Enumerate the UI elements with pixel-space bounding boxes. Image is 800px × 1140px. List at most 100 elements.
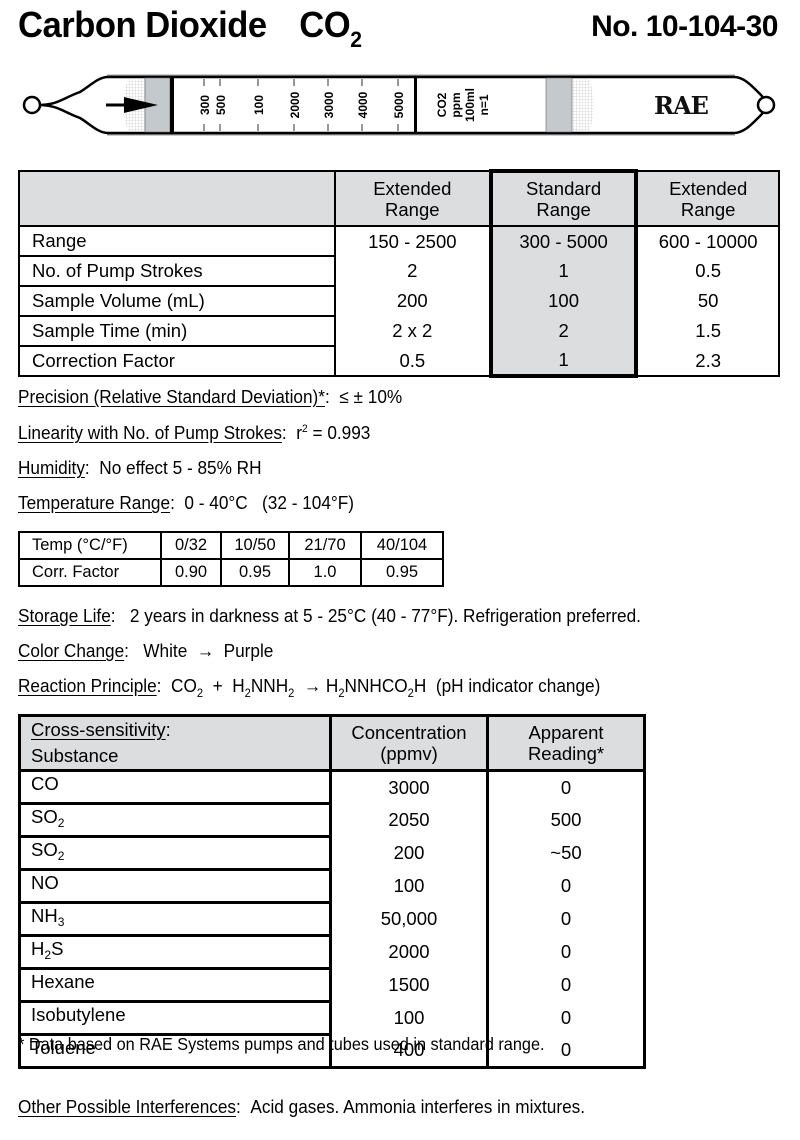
- temp-row: Temp (°C/°F) 0/32 10/50 21/70 40/104: [18, 531, 444, 560]
- range-table-corner: [18, 170, 336, 227]
- footnote: * Data based on RAE Systems pumps and tu…: [18, 1034, 545, 1054]
- linearity-value: r2 = 0.993: [296, 422, 371, 443]
- col-header-standard: Standard Range: [488, 169, 639, 227]
- reaction-label: Reaction Principle: [18, 675, 157, 696]
- other-interferences-value: Acid gases. Ammonia interferes in mixtur…: [250, 1096, 586, 1117]
- cell-standard: 2: [488, 316, 639, 346]
- temp-header: Temp (°C/°F): [18, 531, 162, 560]
- substance-cell: SO2: [18, 835, 332, 871]
- temp-value: 0/32: [160, 531, 222, 560]
- reading-cell: 0: [487, 869, 646, 903]
- other-interferences: Other Possible Interferences: Acid gases…: [18, 1096, 586, 1117]
- scale-label: 500: [214, 95, 228, 115]
- cell-extended-high: 50: [636, 286, 780, 316]
- catalog-number: No. 10-104-30: [591, 10, 778, 43]
- concentration-cell: 50,000: [329, 902, 489, 936]
- brand-logo: RAE: [654, 91, 709, 120]
- scale-label: 4000: [356, 91, 370, 118]
- cross-table-header: Cross-sensitivity: Substance Concentratio…: [18, 714, 646, 772]
- row-label: Range: [18, 225, 336, 257]
- substance-cell: NH3: [18, 901, 332, 937]
- range-table-row: Correction Factor 0.5 1 2.3: [18, 345, 780, 378]
- reading-cell: 0: [487, 770, 646, 804]
- humidity-label: Humidity: [18, 457, 85, 478]
- compound-name: Carbon Dioxide: [18, 4, 267, 45]
- apparent-reading-header: Apparent Reading*: [486, 714, 646, 772]
- page-title: Carbon Dioxide CO2: [18, 4, 362, 53]
- reaction-spec: Reaction Principle: CO2 + H2NNH2 → H2NNH…: [18, 675, 601, 700]
- detector-tube-diagram: 300 500 100 2000 3000 4000 5000 CO2 ppm 100ml n=1…: [22, 74, 776, 136]
- temperature-correction-table: Temp (°C/°F) 0/32 10/50 21/70 40/104 Cor…: [18, 531, 444, 587]
- color-change-label: Color Change: [18, 640, 125, 661]
- temp-value: 40/104: [360, 531, 444, 560]
- substance-cell: CO: [18, 769, 332, 805]
- cell-standard: 1: [488, 346, 639, 378]
- color-to: Purple: [223, 640, 274, 661]
- temperature-label: Temperature Range: [18, 492, 171, 513]
- temperature-value: 0 - 40°C (32 - 104°F): [184, 492, 355, 513]
- reading-cell: 500: [487, 803, 646, 837]
- row-label: No. of Pump Strokes: [18, 255, 336, 287]
- cell-extended-low: 200: [333, 286, 491, 316]
- color-change-spec: Color Change: White → Purple: [18, 640, 274, 661]
- reading-cell: 0: [487, 902, 646, 936]
- factor-value: 0.90: [160, 558, 222, 587]
- temp-value: 21/70: [288, 531, 362, 560]
- cell-extended-low: 0.5: [333, 346, 491, 377]
- cell-extended-high: 1.5: [636, 316, 780, 346]
- factor-header: Corr. Factor: [18, 558, 162, 587]
- substance-cell: Isobutylene: [18, 1000, 332, 1036]
- reading-cell: 0: [487, 935, 646, 969]
- col-header-extended-low: Extended Range: [333, 170, 491, 227]
- factor-value: 1.0: [288, 558, 362, 587]
- precision-value: ≤ ± 10%: [339, 386, 403, 407]
- factor-row: Corr. Factor 0.90 0.95 1.0 0.95: [18, 558, 444, 587]
- tube-info-label: n=1: [477, 94, 491, 115]
- concentration-cell: 2000: [329, 935, 489, 969]
- cell-standard: 300 - 5000: [488, 226, 639, 256]
- substance-cell: NO: [18, 868, 332, 904]
- humidity-value: No effect 5 - 85% RH: [99, 457, 262, 478]
- precision-spec: Precision (Relative Standard Deviation)*…: [18, 386, 403, 407]
- cell-extended-high: 600 - 10000: [636, 226, 780, 256]
- reaction-equation: CO2 + H2NNH2 → H2NNHCO2H (pH indicator c…: [171, 675, 601, 700]
- cell-extended-low: 150 - 2500: [333, 226, 491, 256]
- concentration-header: Concentration (ppmv): [329, 714, 489, 772]
- substance-cell: H2S: [18, 934, 332, 970]
- concentration-cell: 3000: [329, 770, 489, 804]
- cell-extended-high: 0.5: [636, 256, 780, 286]
- range-table: Extended Range Standard Range Extended Rang…: [18, 169, 780, 378]
- cell-extended-high: 2.3: [636, 346, 780, 377]
- cross-sensitivity-table: Cross-sensitivity: Substance Concentratio…: [18, 714, 646, 1069]
- other-interferences-label: Other Possible Interferences: [18, 1096, 237, 1117]
- concentration-cell: 100: [329, 869, 489, 903]
- cell-standard: 1: [488, 256, 639, 286]
- cell-standard: 100: [488, 286, 639, 316]
- tube-info-label: ppm: [449, 92, 463, 117]
- cell-extended-low: 2 x 2: [333, 316, 491, 346]
- linearity-label: Linearity with No. of Pump Strokes: [18, 422, 282, 443]
- cross-table-row: NO 100 0: [18, 868, 646, 904]
- factor-value: 0.95: [360, 558, 444, 587]
- packing-mesh-right: [572, 79, 594, 131]
- range-table-header: Extended Range Standard Range Extended Rang…: [18, 169, 780, 227]
- tube-tip-left: [22, 95, 42, 115]
- substance-cell: Hexane: [18, 967, 332, 1003]
- substance-header: Cross-sensitivity: Substance: [18, 714, 332, 772]
- concentration-cell: 1500: [329, 968, 489, 1002]
- scale-label: 3000: [322, 91, 336, 118]
- concentration-cell: 2050: [329, 803, 489, 837]
- cross-table-row: CO 3000 0: [18, 769, 646, 805]
- range-table-row: Sample Time (min) 2 x 2 2 1.5: [18, 315, 780, 347]
- cross-table-row: Hexane 1500 0: [18, 967, 646, 1003]
- humidity-spec: Humidity: No effect 5 - 85% RH: [18, 457, 262, 478]
- tube-info-label: 100ml: [463, 88, 477, 122]
- storage-label: Storage Life: [18, 605, 111, 626]
- temperature-spec: Temperature Range: 0 - 40°C (32 - 104°F): [18, 492, 355, 513]
- row-label: Correction Factor: [18, 345, 336, 377]
- tube-tip-right: [756, 95, 776, 115]
- cross-table-row: H2S 2000 0: [18, 934, 646, 970]
- reading-cell: 0: [487, 1001, 646, 1035]
- precision-label: Precision (Relative Standard Deviation)*: [18, 386, 325, 407]
- storage-value: 2 years in darkness at 5 - 25°C (40 - 77…: [129, 605, 641, 626]
